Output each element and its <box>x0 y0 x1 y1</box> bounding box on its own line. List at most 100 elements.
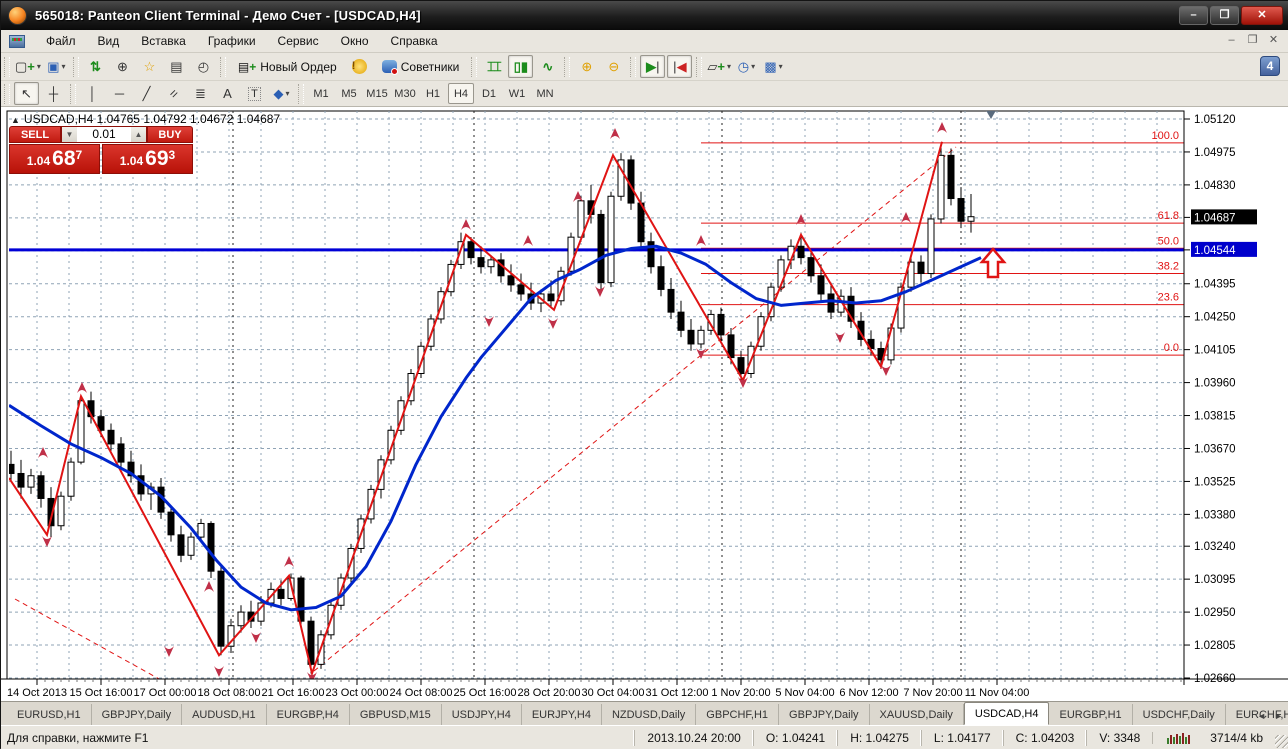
alerts-button[interactable]: ! <box>347 55 372 78</box>
time-axis[interactable]: 14 Oct 2013 15 Oct 16:00 17 Oct 00:00 18 Oc… <box>1 678 1288 699</box>
toolbar-separator <box>70 83 76 104</box>
bar-chart-button[interactable]: ⌶⌶ <box>481 55 506 78</box>
channel-button[interactable]: = <box>161 82 186 105</box>
new-chart-button[interactable]: ▢+ ▾ <box>14 55 42 78</box>
menu-item-окно[interactable]: Окно <box>330 31 380 51</box>
timeframe-button-h4[interactable]: H4 <box>448 83 474 104</box>
line-chart-button[interactable]: ∿ <box>535 55 560 78</box>
chart-tab-gbpchf-h1[interactable]: GBPCHF,H1 <box>696 704 780 725</box>
tabs-scroll-right-button[interactable]: ► <box>1274 711 1283 721</box>
navigator-button[interactable]: ☆ <box>137 55 162 78</box>
candle-body <box>27 475 35 488</box>
timeframe-button-m1[interactable]: M1 <box>308 83 334 104</box>
chart-window-icon[interactable] <box>9 34 25 48</box>
profiles-button[interactable]: ▣ ▾ <box>44 55 69 78</box>
timeframe-button-m15[interactable]: M15 <box>364 83 390 104</box>
candlestick-chart-button[interactable]: ▯▮ <box>508 55 534 78</box>
chart-tab-gbpusd-m15[interactable]: GBPUSD,M15 <box>350 704 442 725</box>
market-watch-button[interactable]: ⇅ <box>83 55 108 78</box>
data-window-button[interactable]: ⊕ <box>110 55 135 78</box>
mdi-minimize-button[interactable]: – <box>1224 33 1239 47</box>
candle-body <box>507 275 515 286</box>
terminal-button[interactable]: ▤ <box>164 55 189 78</box>
trendline-button[interactable]: ╱ <box>134 82 159 105</box>
expert-advisors-button[interactable]: Советники <box>374 55 468 78</box>
text-button[interactable]: A <box>215 82 240 105</box>
chart-tab-eurusd-h1[interactable]: EURUSD,H1 <box>7 704 92 725</box>
volume-value[interactable]: 0.01 <box>77 127 131 142</box>
crosshair-button[interactable]: ┼ <box>41 82 66 105</box>
chart-tab-gbpjpy-daily[interactable]: GBPJPY,Daily <box>779 704 870 725</box>
notification-badge[interactable]: 4 <box>1260 56 1280 76</box>
chart-tab-xauusd-daily[interactable]: XAUUSD,Daily <box>870 704 964 725</box>
minimize-button[interactable]: – <box>1179 6 1208 25</box>
cursor-button[interactable]: ↖ <box>14 82 39 105</box>
timeframe-button-h1[interactable]: H1 <box>420 83 446 104</box>
fibonacci-button[interactable]: ≣ <box>188 82 213 105</box>
zoom-out-button[interactable]: ⊖ <box>601 55 626 78</box>
menu-item-вставка[interactable]: Вставка <box>130 31 197 51</box>
arrows-button[interactable]: ◆ ▾ <box>269 82 294 105</box>
zoom-in-button[interactable]: ⊕ <box>574 55 599 78</box>
candle-body <box>677 311 685 331</box>
indicators-button[interactable]: ▱+ ▾ <box>706 55 732 78</box>
chart-tab-usdchf-daily[interactable]: USDCHF,Daily <box>1133 704 1226 725</box>
title-bar[interactable]: 565018: Panteon Client Terminal - Демо С… <box>1 1 1288 30</box>
new-order-button[interactable]: ▤+ Новый Ордер <box>230 55 345 78</box>
price-tick-label: 1.04830 <box>1194 180 1236 192</box>
volume-increase-button[interactable]: ▲ <box>131 127 146 142</box>
buy-button[interactable]: BUY <box>147 126 193 143</box>
chart-tab-audusd-h1[interactable]: AUDUSD,H1 <box>182 704 267 725</box>
price-tick-label: 1.03525 <box>1194 476 1236 488</box>
menu-item-файл[interactable]: Файл <box>35 31 87 51</box>
collapse-triangle-icon[interactable]: ▲ <box>11 115 20 125</box>
menu-item-вид[interactable]: Вид <box>87 31 131 51</box>
price-tick-label: 1.04250 <box>1194 312 1236 324</box>
chart-tab-usdjpy-h4[interactable]: USDJPY,H4 <box>442 704 522 725</box>
timeframe-button-m5[interactable]: M5 <box>336 83 362 104</box>
new-chart-icon: ▢+ <box>15 58 35 74</box>
horizontal-line-button[interactable]: ─ <box>107 82 132 105</box>
menu-item-справка[interactable]: Справка <box>380 31 449 51</box>
price-tag-label: 1.04687 <box>1194 212 1236 224</box>
time-tick-label: 25 Oct 16:00 <box>454 687 517 699</box>
tabs-scroll-left-button[interactable]: ◄ <box>1257 711 1266 721</box>
chart-area[interactable]: 100.0 61.8 50.0 38.2 23.6 0.0 1.05120 1.04975 1.… <box>1 107 1288 701</box>
chart-tab-nzdusd-daily[interactable]: NZDUSD,Daily <box>602 704 697 725</box>
timeframe-button-m30[interactable]: M30 <box>392 83 418 104</box>
chart-shift-button[interactable]: |◀ <box>667 55 693 78</box>
text-icon: A <box>223 86 232 101</box>
price-chart[interactable]: 100.061.850.038.223.60.01.051201.049751.… <box>1 107 1288 701</box>
chart-tab-usdcad-h4[interactable]: USDCAD,H4 <box>963 702 1050 725</box>
timeframe-button-d1[interactable]: D1 <box>476 83 502 104</box>
close-button[interactable]: ✕ <box>1241 6 1283 25</box>
chart-tab-eurgbp-h1[interactable]: EURGBP,H1 <box>1049 704 1133 725</box>
sell-price-button[interactable]: 1.04 68 7 <box>9 144 100 174</box>
chart-tab-eurjpy-h4[interactable]: EURJPY,H4 <box>522 704 602 725</box>
periods-button[interactable]: ◷ ▾ <box>734 55 759 78</box>
sell-button[interactable]: SELL <box>9 126 61 143</box>
resize-grip[interactable] <box>1275 735 1288 748</box>
mdi-restore-button[interactable]: ❐ <box>1245 33 1260 47</box>
strategy-tester-icon: ◴ <box>197 58 210 74</box>
timeframe-button-w1[interactable]: W1 <box>504 83 530 104</box>
time-tick-label: 31 Oct 12:00 <box>646 687 709 699</box>
volume-stepper[interactable]: ▼ 0.01 ▲ <box>61 126 147 143</box>
chart-tab-eurgbp-h4[interactable]: EURGBP,H4 <box>267 704 350 725</box>
timeframe-button-mn[interactable]: MN <box>532 83 558 104</box>
price-axis[interactable]: 1.05120 1.04975 1.04830 1.04687 1.04544 1.043… <box>1183 111 1257 685</box>
zoom-out-icon: ⊖ <box>608 58 620 74</box>
strategy-tester-button[interactable]: ◴ <box>191 55 216 78</box>
auto-scroll-button[interactable]: ▶| <box>640 55 666 78</box>
line-chart-icon: ∿ <box>542 58 554 74</box>
volume-decrease-button[interactable]: ▼ <box>62 127 77 142</box>
text-label-button[interactable]: T <box>242 82 267 105</box>
templates-button[interactable]: ▩ ▾ <box>761 55 786 78</box>
menu-item-графики[interactable]: Графики <box>197 31 267 51</box>
menu-item-сервис[interactable]: Сервис <box>267 31 330 51</box>
mdi-close-button[interactable]: ✕ <box>1266 33 1281 47</box>
maximize-button[interactable]: ❐ <box>1210 6 1239 25</box>
vertical-line-button[interactable]: │ <box>80 82 105 105</box>
chart-tab-gbpjpy-daily[interactable]: GBPJPY,Daily <box>92 704 183 725</box>
buy-price-button[interactable]: 1.04 69 3 <box>102 144 193 174</box>
